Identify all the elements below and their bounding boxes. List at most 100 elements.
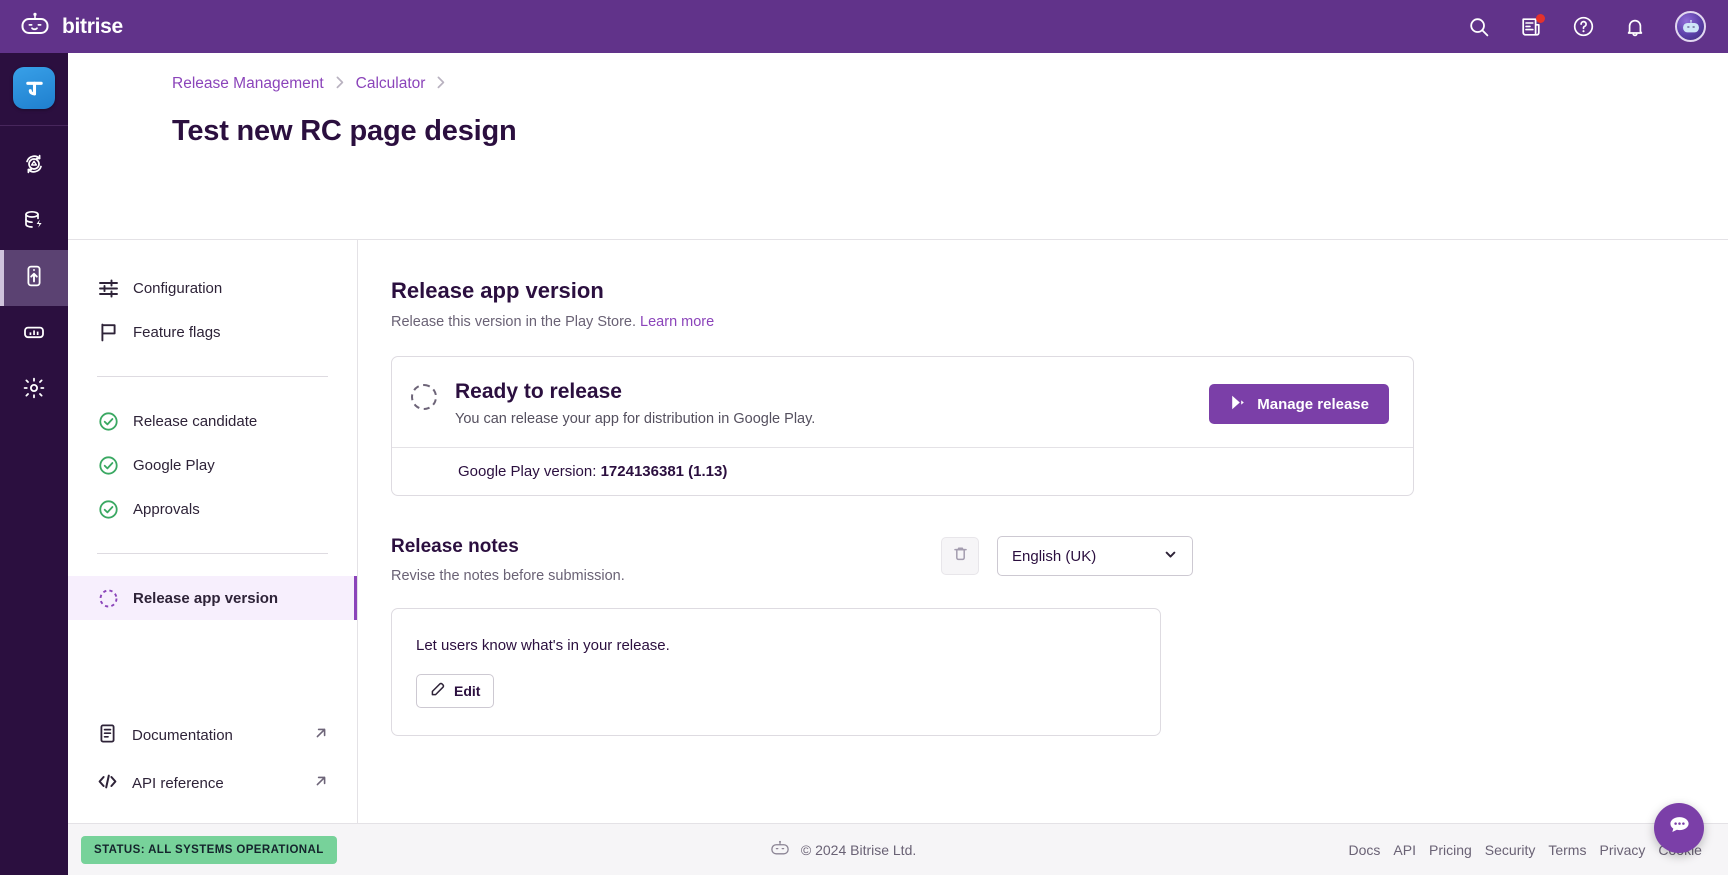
chevron-right-icon xyxy=(336,76,344,92)
sidebar-rail-item-insights[interactable] xyxy=(0,306,68,362)
google-play-version-label: Google Play version: xyxy=(458,463,596,480)
chat-bubble-icon xyxy=(1667,813,1692,843)
release-upload-icon xyxy=(22,264,46,293)
code-icon xyxy=(97,771,118,796)
footer-link-terms[interactable]: Terms xyxy=(1548,842,1586,858)
google-play-version-row: Google Play version: 1724136381 (1.13) xyxy=(392,447,1413,495)
check-circle-icon xyxy=(97,410,119,432)
external-link-arrow-icon xyxy=(314,774,328,792)
page-title: Test new RC page design xyxy=(172,115,1728,148)
document-icon xyxy=(97,723,118,748)
sidebar-divider xyxy=(97,376,328,377)
google-play-icon xyxy=(1229,394,1246,415)
sidebar-item-label: API reference xyxy=(132,775,224,792)
system-status-badge[interactable]: STATUS: ALL SYSTEMS OPERATIONAL xyxy=(81,836,337,864)
release-notes-title: Release notes xyxy=(391,536,941,558)
top-navigation-bar: bitrise xyxy=(0,0,1728,53)
external-link-arrow-icon xyxy=(314,726,328,744)
app-root: bitrise xyxy=(0,0,1728,875)
dashed-circle-icon xyxy=(97,587,119,609)
sidebar-nav-groups: Configuration Feature flags xyxy=(68,240,357,620)
sidebar-external-links: Documentation xyxy=(68,711,357,823)
sidebar-item-feature-flags[interactable]: Feature flags xyxy=(68,310,357,354)
sidebar-rail-item-build-cache[interactable] xyxy=(0,194,68,250)
sidebar-item-label: Release app version xyxy=(133,590,278,607)
sidebar-item-label: Approvals xyxy=(133,501,200,518)
sidebar-item-documentation[interactable]: Documentation xyxy=(68,711,357,759)
help-icon[interactable] xyxy=(1571,15,1595,39)
language-select-value: English (UK) xyxy=(1012,548,1096,565)
edit-pencil-icon xyxy=(430,682,445,700)
breadcrumb: Release Management Calculator xyxy=(172,75,1728,93)
sidebar-item-configuration[interactable]: Configuration xyxy=(68,266,357,310)
status-card-header: Ready to release You can release your ap… xyxy=(392,357,1413,447)
sidebar-item-release-app-version[interactable]: Release app version xyxy=(68,576,357,620)
chat-support-button[interactable] xyxy=(1654,803,1704,853)
changelog-badge-dot xyxy=(1536,14,1545,23)
release-notes-header: Release notes Revise the notes before su… xyxy=(391,536,1414,584)
sidebar-divider-2 xyxy=(97,553,328,554)
chevron-down-icon xyxy=(1163,547,1178,566)
edit-notes-button[interactable]: Edit xyxy=(416,674,494,708)
breadcrumb-item-release-management[interactable]: Release Management xyxy=(172,75,324,93)
sidebar-item-approvals[interactable]: Approvals xyxy=(68,487,357,531)
release-notes-subtitle: Revise the notes before submission. xyxy=(391,568,941,584)
manage-release-button-label: Manage release xyxy=(1257,396,1369,413)
footer-link-privacy[interactable]: Privacy xyxy=(1599,842,1645,858)
breadcrumb-item-calculator[interactable]: Calculator xyxy=(356,75,426,93)
language-select[interactable]: English (UK) xyxy=(997,536,1193,576)
database-bolt-icon xyxy=(22,208,46,237)
app-switcher-icon[interactable] xyxy=(13,67,55,109)
sidebar-item-release-candidate[interactable]: Release candidate xyxy=(68,399,357,443)
release-notes-body-text: Let users know what's in your release. xyxy=(416,637,1136,654)
release-status-card: Ready to release You can release your ap… xyxy=(391,356,1414,496)
edit-notes-button-label: Edit xyxy=(454,683,480,699)
rail-divider xyxy=(0,125,68,126)
sidebar-item-label: Feature flags xyxy=(133,324,221,341)
insights-chart-icon xyxy=(22,320,46,349)
section-subtitle: Release this version in the Play Store. … xyxy=(391,314,1728,330)
bitrise-robot-icon-small xyxy=(769,840,791,859)
bitrise-logo[interactable]: bitrise xyxy=(18,12,123,41)
sidebar-item-label: Configuration xyxy=(133,280,222,297)
app-body: Release Management Calculator Test new R… xyxy=(0,53,1728,875)
notifications-bell-icon[interactable] xyxy=(1623,15,1647,39)
avatar[interactable] xyxy=(1675,11,1706,42)
sidebar-item-label: Google Play xyxy=(133,457,215,474)
footer-link-docs[interactable]: Docs xyxy=(1349,842,1381,858)
status-card-description: You can release your app for distributio… xyxy=(455,411,1209,427)
sidebar-rail-item-release-management[interactable] xyxy=(0,250,68,306)
footer-link-api[interactable]: API xyxy=(1393,842,1416,858)
footer-link-security[interactable]: Security xyxy=(1485,842,1536,858)
check-circle-icon xyxy=(97,454,119,476)
flag-icon xyxy=(97,321,119,343)
sidebar-item-google-play[interactable]: Google Play xyxy=(68,443,357,487)
section-subtitle-text: Release this version in the Play Store. xyxy=(391,314,636,330)
google-play-version-value: 1724136381 (1.13) xyxy=(601,463,728,480)
primary-icon-rail xyxy=(0,53,68,875)
footer-copyright: © 2024 Bitrise Ltd. xyxy=(769,840,916,859)
search-icon[interactable] xyxy=(1467,15,1491,39)
learn-more-link[interactable]: Learn more xyxy=(640,314,714,330)
manage-release-button[interactable]: Manage release xyxy=(1209,384,1389,424)
footer-link-pricing[interactable]: Pricing xyxy=(1429,842,1472,858)
release-notes-controls: English (UK) xyxy=(941,536,1193,576)
sliders-icon xyxy=(97,277,119,299)
release-notes-box: Let users know what's in your release. E… xyxy=(391,608,1161,736)
brand-wordmark: bitrise xyxy=(62,15,123,39)
top-bar-actions xyxy=(1467,11,1706,42)
sidebar-rail-item-ci[interactable] xyxy=(0,138,68,194)
changelog-icon[interactable] xyxy=(1519,15,1543,39)
section-title: Release app version xyxy=(391,278,1728,304)
sidebar-item-api-reference[interactable]: API reference xyxy=(68,759,357,807)
delete-notes-button[interactable] xyxy=(941,537,979,575)
content-wrapper: Configuration Feature flags xyxy=(68,240,1728,823)
page-header: Release Management Calculator Test new R… xyxy=(68,53,1728,240)
footer-links: Docs API Pricing Security Terms Privacy … xyxy=(1349,842,1702,858)
secondary-sidebar: Configuration Feature flags xyxy=(68,240,358,823)
sidebar-item-label: Release candidate xyxy=(133,413,257,430)
sidebar-rail-item-settings[interactable] xyxy=(0,362,68,418)
status-card-texts: Ready to release You can release your ap… xyxy=(455,380,1209,427)
main-column: Release Management Calculator Test new R… xyxy=(68,53,1728,875)
sidebar-item-label: Documentation xyxy=(132,727,233,744)
